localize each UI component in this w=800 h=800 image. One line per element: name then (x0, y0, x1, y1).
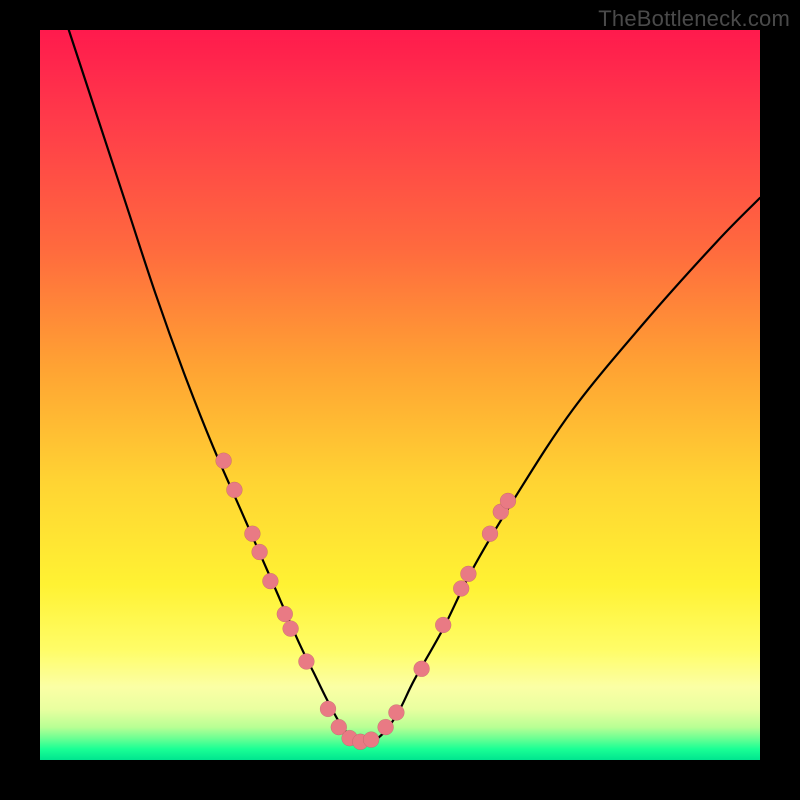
data-marker (453, 581, 469, 597)
data-marker (460, 566, 476, 582)
data-marker (283, 621, 299, 637)
data-marker (435, 617, 451, 633)
data-marker (298, 654, 314, 670)
bottleneck-curve (69, 30, 760, 743)
curve-svg (40, 30, 760, 760)
data-marker (363, 732, 379, 748)
data-marker (378, 719, 394, 735)
data-marker (252, 544, 268, 560)
data-marker (226, 482, 242, 498)
plot-area (40, 30, 760, 760)
marker-group (216, 453, 516, 750)
watermark-text: TheBottleneck.com (598, 6, 790, 32)
data-marker (216, 453, 232, 469)
data-marker (500, 493, 516, 509)
data-marker (414, 661, 430, 677)
data-marker (262, 573, 278, 589)
data-marker (244, 526, 260, 542)
chart-frame: TheBottleneck.com (0, 0, 800, 800)
data-marker (320, 701, 336, 717)
data-marker (277, 606, 293, 622)
data-marker (388, 705, 404, 721)
data-marker (482, 526, 498, 542)
